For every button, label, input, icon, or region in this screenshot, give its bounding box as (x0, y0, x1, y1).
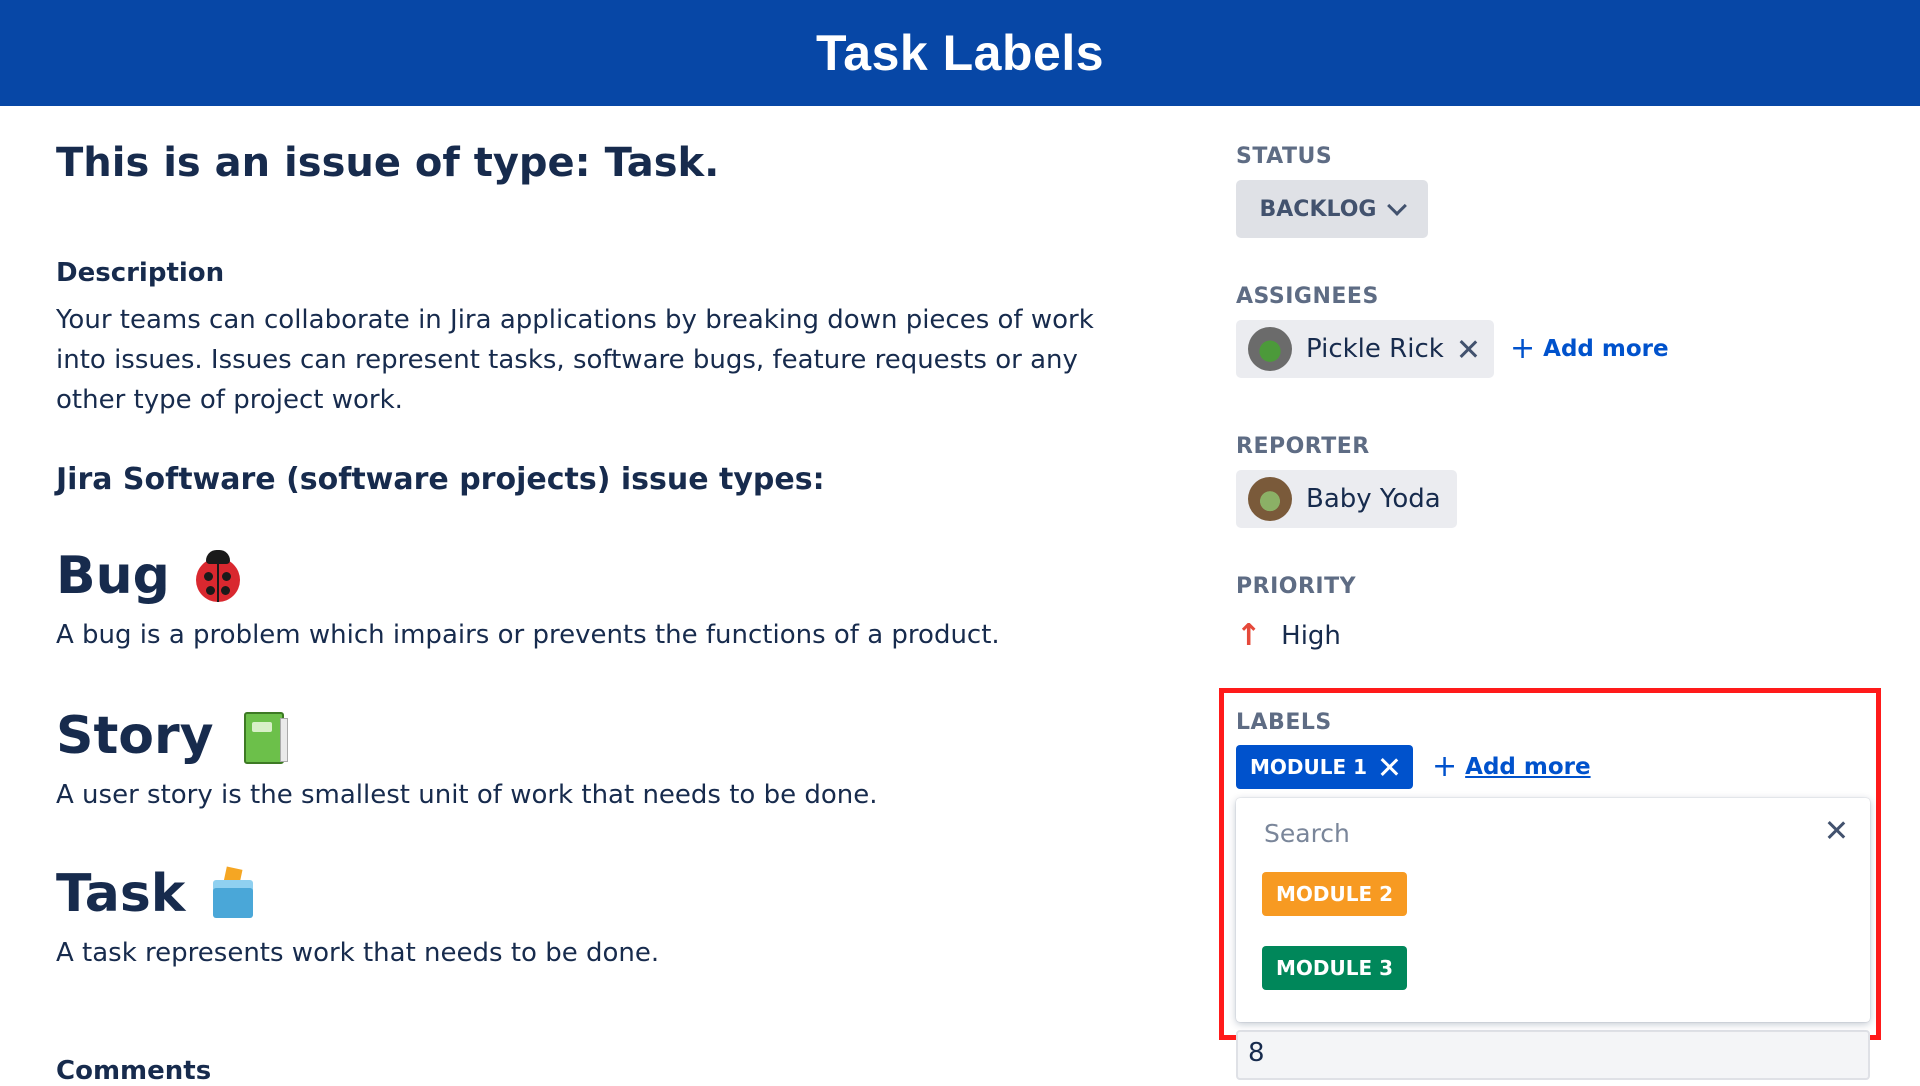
label-search-input[interactable] (1262, 812, 1766, 854)
issue-type-heading: Task (56, 864, 1156, 924)
close-icon[interactable] (1826, 820, 1846, 840)
ladybug-icon (190, 548, 246, 604)
issue-title: This is an issue of type: Task. (56, 140, 720, 186)
description-heading: Description (56, 258, 225, 288)
issue-types-heading: Jira Software (software projects) issue … (56, 462, 825, 497)
label-text: MODULE 1 (1250, 755, 1368, 779)
book-icon (234, 708, 290, 764)
reporter-label: REPORTER (1236, 434, 1370, 459)
label-chip-module-1[interactable]: MODULE 1 (1236, 745, 1414, 789)
issue-type-name: Task (56, 864, 186, 924)
avatar (1248, 327, 1292, 371)
issue-type-bug: Bug A bug is a problem which impairs or … (56, 546, 1156, 650)
reporter-chip[interactable]: Baby Yoda (1236, 470, 1457, 528)
status-dropdown[interactable]: BACKLOG (1236, 180, 1428, 238)
label-option-module-3[interactable]: MODULE 3 (1262, 946, 1408, 990)
priority-field[interactable]: ↑ High (1236, 618, 1341, 653)
issue-type-story: Story A user story is the smallest unit … (56, 706, 1156, 810)
status-label: STATUS (1236, 144, 1333, 169)
issue-type-description: A task represents work that needs to be … (56, 938, 660, 968)
priority-label: PRIORITY (1236, 574, 1357, 599)
description-text: Your teams can collaborate in Jira appli… (56, 305, 1094, 415)
reporter-name: Baby Yoda (1306, 484, 1441, 514)
issue-type-heading: Story (56, 706, 1156, 766)
add-label-link[interactable]: + Add more (1432, 752, 1591, 782)
label-option-text: MODULE 2 (1276, 882, 1394, 906)
labels-dropdown: MODULE 2 MODULE 3 (1236, 798, 1870, 1022)
status-value: BACKLOG (1259, 196, 1377, 222)
plus-icon: + (1432, 749, 1458, 784)
issue-type-heading: Bug (56, 546, 1156, 606)
label-option-text: MODULE 3 (1276, 956, 1394, 980)
assignee-chip[interactable]: Pickle Rick (1236, 320, 1494, 378)
issue-type-name: Story (56, 706, 214, 766)
ballot-box-icon (205, 866, 261, 922)
remove-label-icon[interactable] (1379, 757, 1399, 777)
remove-assignee-icon[interactable] (1458, 339, 1478, 359)
comments-heading: Comments (56, 1056, 212, 1086)
banner-title: Task Labels (815, 25, 1105, 81)
estimate-value: 8 (1248, 1038, 1265, 1068)
issue-type-name: Bug (56, 546, 170, 606)
chevron-down-icon (1387, 196, 1408, 216)
labels-label: LABELS (1236, 710, 1332, 735)
label-option-module-2[interactable]: MODULE 2 (1262, 872, 1408, 916)
arrow-up-icon: ↑ (1236, 618, 1262, 653)
issue-type-description: A user story is the smallest unit of wor… (56, 780, 878, 810)
assignee-name: Pickle Rick (1306, 334, 1444, 364)
avatar (1248, 477, 1292, 521)
plus-icon: + (1510, 331, 1536, 366)
issue-type-task: Task A task represents work that needs t… (56, 864, 1156, 968)
add-assignee-link[interactable]: + Add more (1510, 334, 1669, 364)
issue-type-description: A bug is a problem which impairs or prev… (56, 620, 1000, 650)
priority-value: High (1281, 620, 1341, 651)
assignees-label: ASSIGNEES (1236, 284, 1379, 309)
estimate-field[interactable] (1236, 1030, 1870, 1080)
banner: Task Labels (0, 0, 1920, 106)
